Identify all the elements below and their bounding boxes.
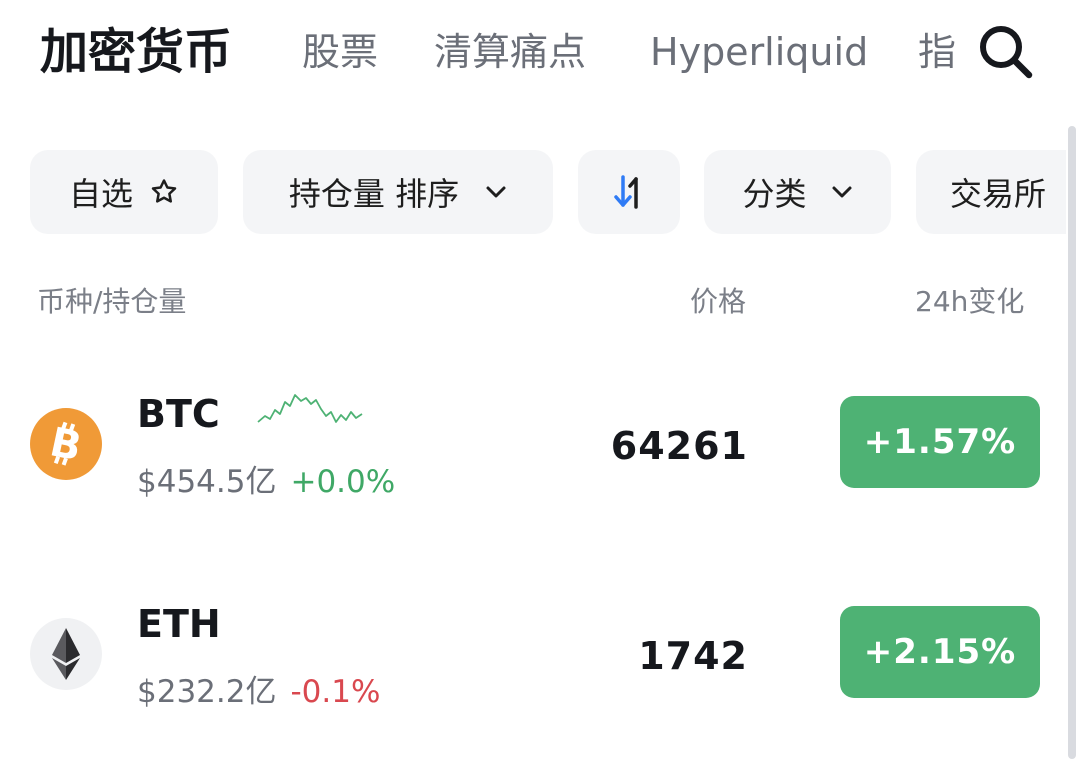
star-icon [149, 177, 179, 207]
tab-index[interactable]: 指 [918, 22, 956, 82]
open-interest-change: +0.0% [290, 464, 396, 500]
open-interest-value: $232.2亿 [137, 674, 277, 710]
btc-sparkline [257, 394, 363, 423]
sort-order-icon [614, 175, 638, 209]
watchlist-label: 自选 [68, 175, 133, 213]
coin-price: 64261 [610, 424, 748, 468]
coin-symbol: BTC [137, 392, 220, 436]
change-24h-badge[interactable]: +1.57% [840, 396, 1040, 488]
coin-row-btc[interactable]: B BTC $454.5亿 +0.0% 64261 +1.57% [0, 356, 1066, 536]
open-interest-value: $454.5亿 [137, 464, 277, 500]
tab-crypto[interactable]: 加密货币 [40, 22, 232, 82]
search-button[interactable] [970, 16, 1040, 86]
open-interest: $232.2亿 -0.1% [137, 672, 380, 712]
column-header-24h-change[interactable]: 24h变化 [915, 284, 1024, 320]
exchange-dropdown[interactable]: 交易所 [916, 150, 1066, 234]
watchlist-filter-chip[interactable]: 自选 [30, 150, 218, 234]
tab-hyperliquid[interactable]: Hyperliquid [650, 22, 868, 82]
sort-by-label: 持仓量 排序 [288, 175, 460, 213]
tab-liquidation-pain[interactable]: 清算痛点 [434, 22, 586, 82]
chevron-down-icon [831, 185, 853, 199]
coin-price: 1742 [638, 634, 748, 678]
change-24h-badge[interactable]: +2.15% [840, 606, 1040, 698]
search-icon [980, 26, 1033, 79]
column-header-price[interactable]: 价格 [690, 284, 746, 320]
coin-symbol: ETH [137, 602, 221, 646]
ethereum-icon [30, 618, 102, 690]
tab-stocks[interactable]: 股票 [302, 22, 378, 82]
open-interest: $454.5亿 +0.0% [137, 462, 395, 502]
top-tab-bar: 加密货币 股票 清算痛点 Hyperliquid 指 [0, 0, 1080, 108]
chevron-down-icon [485, 185, 507, 199]
sort-direction-toggle[interactable] [578, 150, 680, 234]
sort-by-dropdown[interactable]: 持仓量 排序 [243, 150, 553, 234]
bitcoin-icon: B [30, 408, 102, 480]
category-dropdown[interactable]: 分类 [704, 150, 891, 234]
column-header-coin[interactable]: 币种/持仓量 [37, 284, 186, 320]
scrollbar[interactable] [1068, 126, 1076, 759]
open-interest-change: -0.1% [290, 674, 381, 710]
coin-row-eth[interactable]: ETH $232.2亿 -0.1% 1742 +2.15% [0, 566, 1066, 746]
exchange-label: 交易所 [950, 175, 1047, 213]
category-label: 分类 [742, 175, 807, 213]
